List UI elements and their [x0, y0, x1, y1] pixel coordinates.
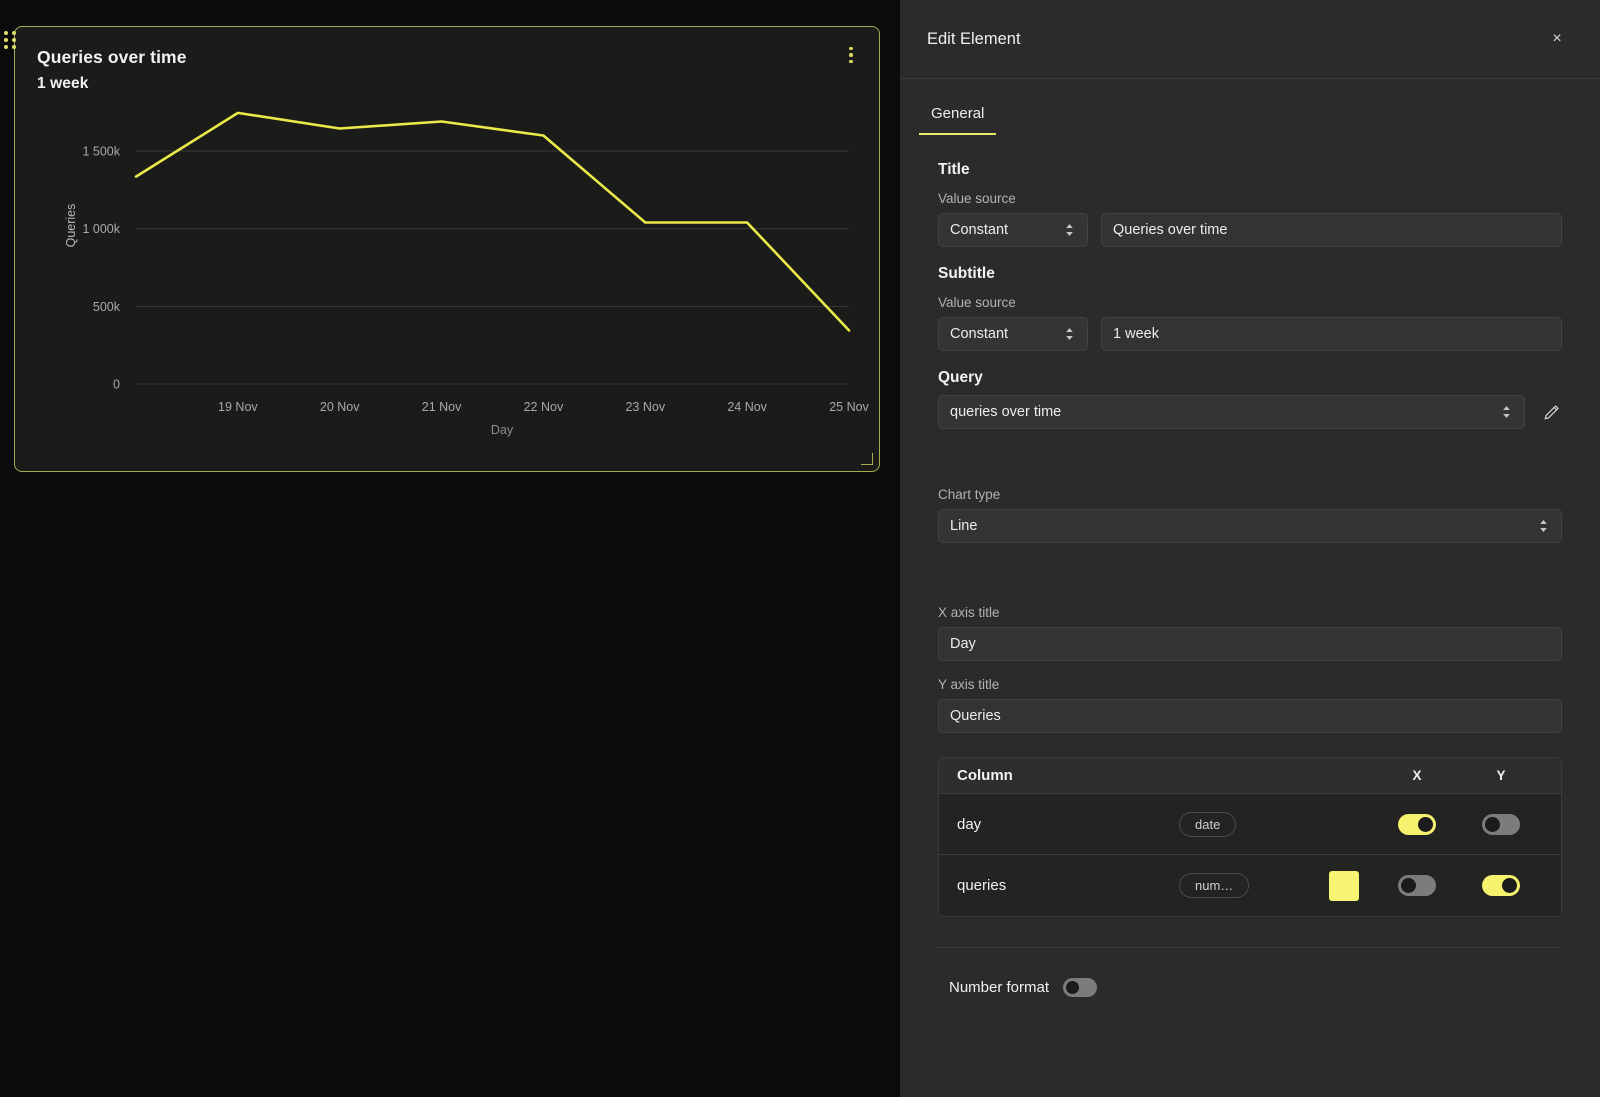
title-value-input[interactable]: Queries over time — [1101, 213, 1562, 247]
y-axis-title-input[interactable]: Queries — [938, 699, 1562, 733]
section-divider — [938, 947, 1562, 948]
tab-general[interactable]: General — [919, 101, 996, 135]
column-color-cell — [1329, 871, 1375, 901]
number-format-toggle[interactable] — [1063, 978, 1097, 997]
columns-table-header: Column X Y — [939, 758, 1561, 794]
column-type-pill: date — [1179, 812, 1236, 837]
column-type: date — [1179, 812, 1329, 837]
chart-type-label: Chart type — [938, 487, 1562, 502]
column-y-cell — [1459, 814, 1543, 835]
title-value-source-value: Constant — [950, 222, 1008, 238]
column-type-pill: num… — [1179, 873, 1249, 898]
drag-handle-icon[interactable] — [4, 31, 16, 51]
query-select-value: queries over time — [950, 404, 1061, 420]
panel-tabs: General — [900, 79, 1600, 135]
panel-body: Title Value source Constant Queries over… — [900, 135, 1600, 997]
chart-type-select[interactable]: Line — [938, 509, 1562, 543]
subtitle-row: Constant 1 week — [938, 317, 1562, 351]
chevron-updown-icon — [1063, 222, 1076, 238]
column-x-toggle[interactable] — [1398, 814, 1436, 835]
chart-svg: 0 500k 1 000k 1 500k Queries 19 Nov 20 Nov 21 N… — [15, 27, 880, 472]
column-header-y: Y — [1459, 768, 1543, 783]
number-format-row: Number format — [938, 978, 1562, 997]
number-format-label: Number format — [949, 979, 1049, 996]
subtitle-value-source-label: Value source — [938, 295, 1562, 310]
svg-text:1 500k: 1 500k — [82, 145, 120, 159]
svg-text:1 000k: 1 000k — [82, 222, 120, 236]
column-y-cell — [1459, 875, 1543, 896]
column-name: day — [957, 816, 1179, 833]
column-y-toggle[interactable] — [1482, 814, 1520, 835]
title-value-source-label: Value source — [938, 191, 1562, 206]
resize-corner-icon[interactable] — [861, 453, 873, 465]
chart-type-spacer — [938, 543, 1562, 589]
svg-text:25 Nov: 25 Nov — [829, 400, 869, 414]
title-value-source-select[interactable]: Constant — [938, 213, 1088, 247]
subtitle-section-heading: Subtitle — [938, 265, 1562, 283]
chevron-updown-icon — [1500, 404, 1513, 420]
subtitle-value-source-select[interactable]: Constant — [938, 317, 1088, 351]
x-axis-title-label: X axis title — [938, 605, 1562, 620]
chart-card[interactable]: Queries over time 1 week 0500k1 000k1 50… — [14, 26, 880, 472]
svg-text:24 Nov: 24 Nov — [727, 400, 767, 414]
column-x-cell — [1375, 814, 1459, 835]
columns-table: Column X Y day date — [938, 757, 1562, 917]
svg-text:0: 0 — [113, 378, 120, 392]
edit-element-panel: Edit Element × General Title Value sourc… — [900, 0, 1600, 1097]
svg-text:21 Nov: 21 Nov — [422, 400, 462, 414]
query-row: queries over time — [938, 395, 1562, 429]
table-row: queries num… — [939, 855, 1561, 916]
panel-title: Edit Element — [927, 30, 1021, 49]
column-x-toggle[interactable] — [1398, 875, 1436, 896]
series-color-swatch[interactable] — [1329, 871, 1359, 901]
chevron-updown-icon — [1063, 326, 1076, 342]
svg-text:Day: Day — [491, 423, 514, 437]
query-spacer — [938, 429, 1562, 475]
svg-text:20 Nov: 20 Nov — [320, 400, 360, 414]
column-x-cell — [1375, 875, 1459, 896]
pencil-glyph — [1542, 402, 1562, 422]
line-chart: 0 500k 1 000k 1 500k Queries 19 Nov 20 Nov 21 N… — [15, 27, 879, 471]
query-section-heading: Query — [938, 369, 1562, 387]
table-row: day date — [939, 794, 1561, 855]
x-axis-title-input[interactable]: Day — [938, 627, 1562, 661]
chart-type-value: Line — [950, 518, 977, 534]
chevron-updown-icon — [1537, 518, 1550, 534]
title-row: Constant Queries over time — [938, 213, 1562, 247]
column-y-toggle[interactable] — [1482, 875, 1520, 896]
svg-text:23 Nov: 23 Nov — [625, 400, 665, 414]
title-section-heading: Title — [938, 161, 1562, 179]
svg-text:22 Nov: 22 Nov — [524, 400, 564, 414]
subtitle-value-source-value: Constant — [950, 326, 1008, 342]
svg-text:500k: 500k — [93, 300, 121, 314]
close-icon[interactable]: × — [1544, 26, 1570, 52]
column-header-x: X — [1375, 768, 1459, 783]
pencil-icon[interactable] — [1541, 401, 1562, 423]
svg-text:Queries: Queries — [64, 204, 78, 248]
column-type: num… — [1179, 873, 1329, 898]
panel-header: Edit Element × — [900, 0, 1600, 79]
query-select[interactable]: queries over time — [938, 395, 1525, 429]
subtitle-value-input[interactable]: 1 week — [1101, 317, 1562, 351]
dashboard-canvas: Queries over time 1 week 0500k1 000k1 50… — [0, 0, 900, 1097]
column-name: queries — [957, 877, 1179, 894]
column-header-column: Column — [957, 767, 1179, 784]
svg-text:19 Nov: 19 Nov — [218, 400, 258, 414]
y-axis-title-label: Y axis title — [938, 677, 1562, 692]
